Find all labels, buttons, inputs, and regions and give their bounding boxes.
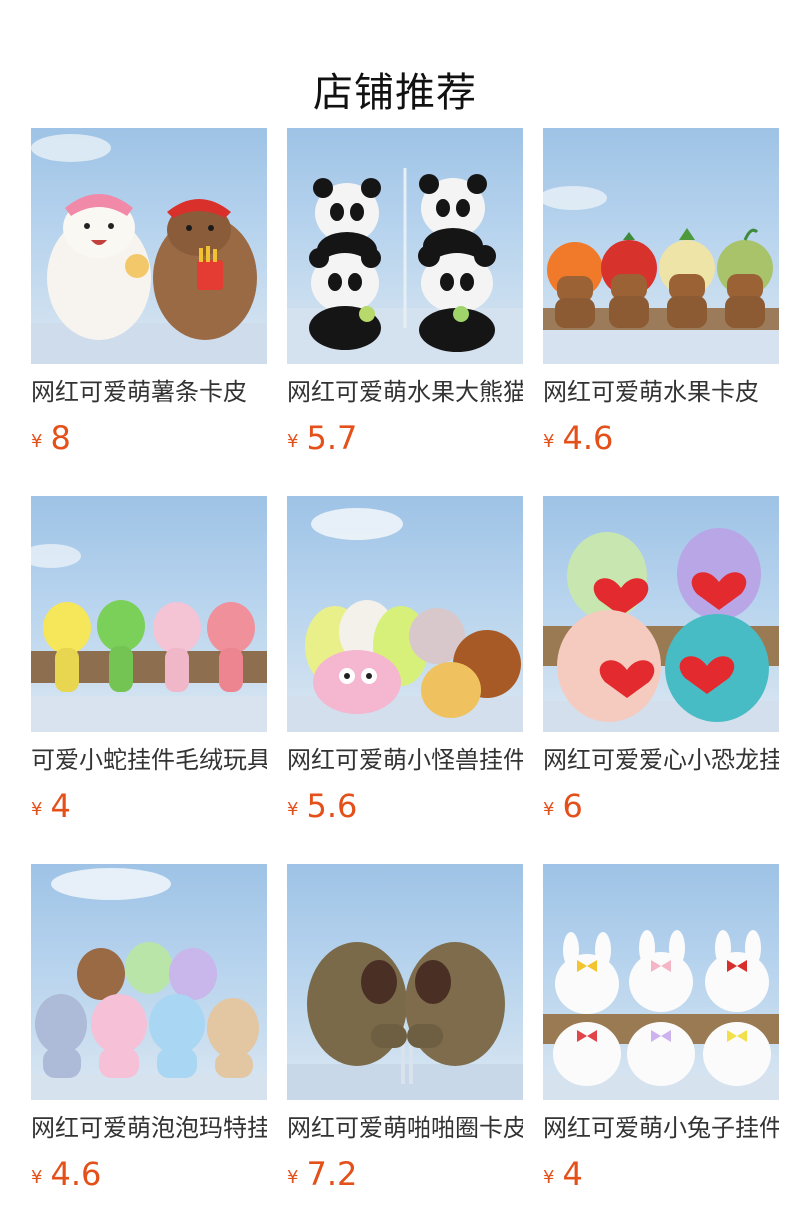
product-price: ¥5.6 [287,786,357,826]
product-price: ¥7.2 [287,1154,357,1194]
product-name[interactable]: 网红可爱萌水果卡皮 [543,376,779,408]
product-card[interactable]: 网红可爱萌水果大熊猫 ¥5.7 [287,128,523,458]
price-value: 5.6 [306,787,358,825]
bunny-pendant-plush-image [543,930,779,1100]
product-price: ¥4 [543,1154,583,1194]
product-card[interactable]: 网红可爱萌小怪兽挂件 ¥5.6 [287,496,523,826]
product-card[interactable]: 网红可爱萌小兔子挂件 ¥4 [543,864,779,1194]
product-name[interactable]: 可爱小蛇挂件毛绒玩具 [31,744,267,776]
currency-symbol: ¥ [543,1167,555,1188]
bubble-doll-plush-image [31,868,267,1100]
product-name[interactable]: 网红可爱萌小怪兽挂件 [287,744,523,776]
product-price: ¥4.6 [31,1154,101,1194]
product-image[interactable] [31,864,267,1100]
product-row: 网红可爱萌薯条卡皮 ¥8 网红可爱萌水果大熊猫 ¥ 5.7 网红可爱萌水果卡皮 … [31,128,790,496]
product-name[interactable]: 网红可爱萌小兔子挂件 [543,1112,779,1144]
product-name[interactable]: 网红可爱萌泡泡玛特挂 [31,1112,267,1144]
product-price: ¥6 [543,786,583,826]
snake-pendant-plush-image [31,544,267,732]
page-title: 店铺推荐 [313,69,477,116]
price-value: 4 [50,787,71,825]
product-image[interactable] [31,496,267,732]
heart-dinosaur-plush-image [543,528,779,732]
product-name[interactable]: 网红可爱爱心小恐龙挂 [543,744,779,776]
little-monster-plush-image [287,508,523,732]
product-grid: 网红可爱萌薯条卡皮 ¥8 网红可爱萌水果大熊猫 ¥ 5.7 网红可爱萌水果卡皮 … [31,128,790,1232]
product-card[interactable]: 网红可爱萌水果卡皮 ¥4.6 [543,128,779,458]
currency-symbol: ¥ [543,431,555,452]
currency-symbol: ¥ [287,799,299,820]
product-name[interactable]: 网红可爱萌水果大熊猫 [287,376,523,408]
slap-band-capybara-plush-image [287,942,523,1100]
capybara-fries-plush-image [31,134,267,364]
product-price: ¥4 [31,786,71,826]
product-price: ¥8 [31,418,71,458]
shop-recommendation-page: 店铺推荐 网红可爱萌薯条卡皮 ¥ 8 网红可爱萌水果大熊猫 ¥ 5.7 网红可爱… [0,0,790,1232]
currency-symbol: ¥ [31,1167,43,1188]
product-name[interactable]: 网红可爱萌薯条卡皮 [31,376,267,408]
price-value: 4.6 [562,419,614,457]
product-image[interactable] [543,864,779,1100]
price-value: 7.2 [306,1155,358,1193]
product-image[interactable] [543,128,779,364]
product-image[interactable] [543,496,779,732]
product-image[interactable] [31,128,267,364]
product-card[interactable]: 网红可爱萌薯条卡皮 ¥8 [31,128,267,458]
product-card[interactable]: 网红可爱萌啪啪圈卡皮 ¥7.2 [287,864,523,1194]
fruit-panda-plush-image [287,168,523,364]
product-image[interactable] [287,496,523,732]
price-value: 4 [562,1155,583,1193]
product-row: 可爱小蛇挂件毛绒玩具 ¥4 网红可爱萌小怪兽挂件 ¥ 5.6 网红可爱爱心小恐龙… [31,496,790,864]
currency-symbol: ¥ [31,799,43,820]
fruit-capybara-plush-image [543,186,779,364]
product-card[interactable]: 网红可爱萌泡泡玛特挂 ¥4.6 [31,864,267,1194]
currency-symbol: ¥ [287,431,299,452]
price-value: 4.6 [50,1155,102,1193]
currency-symbol: ¥ [543,799,555,820]
currency-symbol: ¥ [287,1167,299,1188]
product-row: 网红可爱萌泡泡玛特挂 ¥4.6 网红可爱萌啪啪圈卡皮 ¥ 7.2 网红可爱萌小兔… [31,864,790,1232]
product-price: ¥5.7 [287,418,357,458]
product-price: ¥4.6 [543,418,613,458]
product-name[interactable]: 网红可爱萌啪啪圈卡皮 [287,1112,523,1144]
product-card[interactable]: 网红可爱爱心小恐龙挂 ¥6 [543,496,779,826]
price-value: 6 [562,787,583,825]
currency-symbol: ¥ [31,431,43,452]
product-card[interactable]: 可爱小蛇挂件毛绒玩具 ¥4 [31,496,267,826]
product-image[interactable] [287,864,523,1100]
price-value: 5.7 [306,419,358,457]
price-value: 8 [50,419,71,457]
product-image[interactable] [287,128,523,364]
